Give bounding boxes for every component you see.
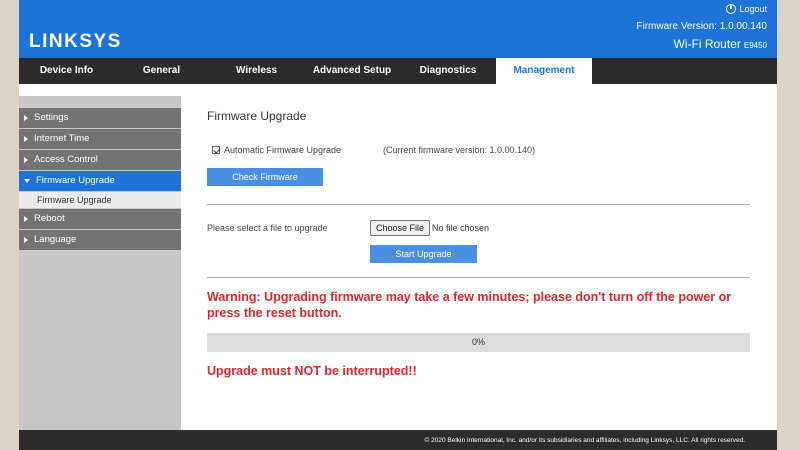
sidebar-item-label: Firmware Upgrade bbox=[36, 175, 115, 186]
arrow-right-icon bbox=[24, 216, 28, 222]
select-file-label: Please select a file to upgrade bbox=[207, 223, 328, 233]
sidebar-item-language[interactable]: Language bbox=[19, 230, 181, 250]
interrupt-warning: Upgrade must NOT be interrupted!! bbox=[207, 364, 417, 378]
copyright-text: © 2020 Belkin International, Inc. and/or… bbox=[424, 437, 745, 444]
progress-label: 0% bbox=[471, 337, 485, 347]
sidebar-item-label: Access Control bbox=[34, 154, 98, 165]
main-content: Firmware Upgrade Automatic Firmware Upgr… bbox=[181, 96, 777, 430]
sub-navigation-strip bbox=[19, 84, 777, 96]
tab-management[interactable]: Management bbox=[496, 58, 592, 84]
top-navigation: Device Info General Wireless Advanced Se… bbox=[19, 58, 777, 84]
power-icon bbox=[726, 4, 737, 14]
linksys-logo: LINKSYS bbox=[29, 31, 122, 52]
auto-upgrade-checkbox[interactable] bbox=[212, 146, 220, 154]
tab-diagnostics[interactable]: Diagnostics bbox=[400, 58, 496, 84]
sidebar: Settings Internet Time Access Control Fi… bbox=[19, 96, 181, 430]
arrow-right-icon bbox=[24, 136, 28, 142]
check-firmware-button[interactable]: Check Firmware bbox=[207, 168, 323, 186]
header: LINKSYS Logout Firmware Version: 1.0.00.… bbox=[19, 0, 777, 58]
choose-file-button[interactable]: Choose File bbox=[370, 220, 430, 236]
sidebar-item-label: Settings bbox=[34, 112, 69, 123]
sidebar-item-internet-time[interactable]: Internet Time bbox=[19, 129, 181, 149]
sidebar-item-label: Internet Time bbox=[34, 133, 90, 144]
firmware-version-text: Firmware Version: 1.0.00.140 bbox=[636, 21, 767, 32]
sidebar-subitem-firmware-upgrade[interactable]: Firmware Upgrade bbox=[19, 192, 181, 208]
router-name: Wi-Fi Router bbox=[673, 37, 741, 51]
current-firmware-text: (Current firmware version: 1.0.00.140) bbox=[383, 145, 536, 155]
auto-upgrade-label: Automatic Firmware Upgrade bbox=[224, 145, 342, 155]
arrow-right-icon bbox=[24, 237, 28, 243]
auto-upgrade-row: Automatic Firmware Upgrade bbox=[212, 145, 341, 155]
tab-wireless[interactable]: Wireless bbox=[209, 58, 304, 84]
upgrade-progress-bar: 0% bbox=[207, 333, 750, 352]
start-upgrade-button[interactable]: Start Upgrade bbox=[370, 245, 477, 263]
sidebar-item-label: Language bbox=[34, 234, 77, 245]
sidebar-item-access-control[interactable]: Access Control bbox=[19, 150, 181, 170]
no-file-chosen-text: No file chosen bbox=[432, 223, 490, 233]
tab-device-info[interactable]: Device Info bbox=[19, 58, 114, 84]
warning-message: Warning: Upgrading firmware may take a f… bbox=[207, 290, 732, 320]
logout-link[interactable]: Logout bbox=[726, 4, 767, 14]
arrow-right-icon bbox=[24, 115, 28, 121]
sidebar-item-firmware-upgrade[interactable]: Firmware Upgrade bbox=[19, 171, 181, 191]
router-model-code: E9450 bbox=[743, 41, 767, 50]
sidebar-item-settings[interactable]: Settings bbox=[19, 108, 181, 128]
sidebar-item-label: Reboot bbox=[34, 213, 65, 224]
router-model-text: Wi-Fi Router E9450 bbox=[674, 37, 767, 51]
logout-label: Logout bbox=[739, 4, 767, 14]
tab-general[interactable]: General bbox=[114, 58, 209, 84]
divider bbox=[207, 204, 750, 205]
sidebar-item-reboot[interactable]: Reboot bbox=[19, 209, 181, 229]
divider bbox=[207, 277, 750, 278]
page-title: Firmware Upgrade bbox=[207, 109, 307, 123]
router-admin-page: LINKSYS Logout Firmware Version: 1.0.00.… bbox=[19, 0, 777, 450]
tab-advanced-setup[interactable]: Advanced Setup bbox=[304, 58, 400, 84]
arrow-right-icon bbox=[24, 157, 28, 163]
footer: © 2020 Belkin International, Inc. and/or… bbox=[19, 430, 777, 450]
arrow-down-icon bbox=[24, 179, 30, 183]
